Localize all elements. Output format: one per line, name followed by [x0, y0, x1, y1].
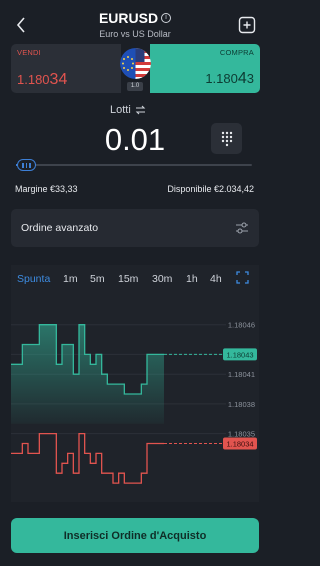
add-watchlist-icon — [238, 16, 256, 34]
buy-label: COMPRA — [219, 48, 254, 57]
lots-label[interactable]: Lotti — [110, 104, 146, 116]
place-buy-order-button[interactable]: Inserisci Ordine d'Acquisto — [11, 518, 259, 553]
buy-price-tail: 3 — [246, 71, 254, 86]
price-chart: 1.18046 1.18043 1.18041 1.18038 1.180351.180… — [11, 321, 257, 484]
y-tick-label: 1.18035 — [228, 430, 255, 439]
sell-marker-label: 1.18034 — [226, 440, 253, 449]
advanced-order-label: Ordine avanzato — [21, 222, 99, 234]
eu-us-flag-icon — [120, 48, 151, 79]
lot-slider-thumb[interactable] — [17, 159, 36, 171]
buy-price: 1.18043 — [205, 70, 254, 88]
keypad-button[interactable] — [211, 123, 242, 154]
available-text: Disponibile €2.034,42 — [167, 184, 254, 194]
instrument-header: EURUSD i Euro vs US Dollar — [60, 10, 210, 39]
y-tick-label: 1.18046 — [228, 321, 255, 330]
add-watchlist-button[interactable] — [237, 15, 257, 35]
keypad-icon — [221, 131, 232, 146]
sell-price: 1.18034 — [17, 71, 67, 89]
instrument-subtitle: Euro vs US Dollar — [99, 29, 171, 39]
buy-marker-label: 1.18043 — [226, 350, 253, 359]
sliders-icon — [236, 222, 248, 234]
sell-price-line — [11, 432, 164, 484]
sell-button[interactable]: VENDI 1.18034 — [11, 44, 121, 93]
sell-price-pips: 34 — [49, 71, 68, 88]
instrument-symbol: EURUSD — [98, 10, 159, 26]
lot-size-value[interactable]: 0.01 — [95, 122, 175, 158]
lot-slider-track[interactable] — [16, 164, 252, 166]
lots-label-text: Lotti — [110, 104, 131, 116]
buy-price-pips: 4 — [237, 70, 247, 87]
buy-price-main: 1.180 — [205, 71, 238, 86]
buy-button[interactable]: COMPRA 1.18043 — [150, 44, 260, 93]
chevron-left-icon — [16, 17, 25, 33]
y-tick-label: 1.18038 — [228, 400, 255, 409]
y-tick-label: 1.18041 — [228, 370, 255, 379]
spread-badge: 1.0 — [127, 82, 143, 91]
back-button[interactable] — [12, 14, 30, 36]
sell-label: VENDI — [17, 48, 41, 57]
margin-text: Margine €33,33 — [15, 184, 78, 194]
sell-price-main: 1.180 — [17, 72, 50, 87]
advanced-order-row[interactable]: Ordine avanzato — [11, 209, 259, 247]
swap-icon — [135, 105, 146, 115]
info-icon[interactable]: i — [161, 13, 172, 23]
